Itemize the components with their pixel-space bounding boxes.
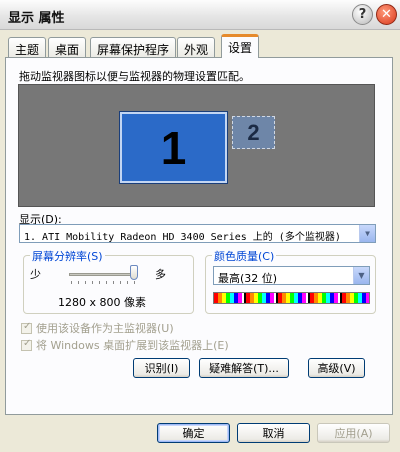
advanced-button[interactable]: 高级(V) bbox=[308, 358, 365, 378]
color-quality-group: 颜色质量(C) 最高(32 位) ▼ bbox=[205, 248, 376, 314]
display-dropdown-value: 1. ATI Mobility Radeon HD 3400 Series 上的… bbox=[24, 232, 341, 243]
color-quality-dropdown[interactable]: 最高(32 位) ▼ bbox=[213, 266, 370, 285]
display-properties-window: 显示 属性 ? ✕ 主题 桌面 屏幕保护程序 外观 设置 拖动监视器图标以便与监… bbox=[0, 0, 400, 452]
cancel-button[interactable]: 取消 bbox=[237, 423, 310, 443]
window-title: 显示 属性 bbox=[8, 11, 65, 26]
monitor-1-label: 1 bbox=[160, 121, 187, 174]
monitor-arrangement-area[interactable]: 1 2 bbox=[18, 84, 375, 207]
tab-themes[interactable]: 主题 bbox=[8, 37, 47, 57]
color-preview-bar bbox=[213, 292, 370, 304]
tab-settings[interactable]: 设置 bbox=[221, 34, 260, 58]
tab-desktop[interactable]: 桌面 bbox=[48, 37, 87, 57]
identify-button[interactable]: 识别(I) bbox=[133, 358, 190, 378]
color-quality-value: 最高(32 位) bbox=[218, 272, 278, 285]
checkbox-icon bbox=[21, 321, 32, 334]
resolution-title: 屏幕分辨率(S) bbox=[30, 248, 105, 264]
extend-desktop-label: 将 Windows 桌面扩展到该监视器上(E) bbox=[36, 339, 229, 352]
help-button[interactable]: ? bbox=[352, 4, 373, 25]
resolution-less-label: 少 bbox=[30, 268, 41, 281]
resolution-value: 1280 x 800 像素 bbox=[58, 296, 146, 309]
checkbox-icon bbox=[21, 338, 32, 351]
instruction-text: 拖动监视器图标以便与监视器的物理设置匹配。 bbox=[19, 70, 250, 83]
close-button[interactable]: ✕ bbox=[376, 4, 397, 25]
color-quality-title: 颜色质量(C) bbox=[212, 248, 277, 264]
monitor-1-icon[interactable]: 1 bbox=[119, 111, 228, 184]
chevron-down-icon[interactable]: ▼ bbox=[359, 225, 375, 242]
monitor-2-label: 2 bbox=[247, 119, 260, 145]
resolution-slider-track[interactable] bbox=[69, 273, 135, 276]
help-icon: ? bbox=[358, 7, 367, 22]
resolution-slider-ticks bbox=[71, 281, 135, 284]
resolution-more-label: 多 bbox=[155, 268, 166, 281]
monitor-2-icon[interactable]: 2 bbox=[232, 116, 275, 149]
chevron-down-icon[interactable]: ▼ bbox=[353, 267, 369, 284]
title-bar[interactable]: 显示 属性 ? ✕ bbox=[0, 0, 400, 30]
resolution-group: 屏幕分辨率(S) 少 多 1280 x 800 像素 bbox=[23, 248, 194, 314]
primary-monitor-checkbox[interactable]: 使用该设备作为主监视器(U) bbox=[21, 320, 174, 336]
apply-button: 应用(A) bbox=[317, 423, 390, 443]
tab-appearance[interactable]: 外观 bbox=[177, 37, 216, 57]
display-dropdown[interactable]: 1. ATI Mobility Radeon HD 3400 Series 上的… bbox=[19, 224, 376, 243]
resolution-slider-thumb[interactable] bbox=[130, 265, 138, 280]
extend-desktop-checkbox[interactable]: 将 Windows 桌面扩展到该监视器上(E) bbox=[21, 337, 229, 353]
troubleshoot-button[interactable]: 疑难解答(T)... bbox=[199, 358, 289, 378]
close-icon: ✕ bbox=[381, 7, 392, 22]
primary-monitor-label: 使用该设备作为主监视器(U) bbox=[36, 322, 174, 335]
tab-screensaver[interactable]: 屏幕保护程序 bbox=[90, 37, 177, 57]
ok-button[interactable]: 确定 bbox=[157, 423, 230, 443]
